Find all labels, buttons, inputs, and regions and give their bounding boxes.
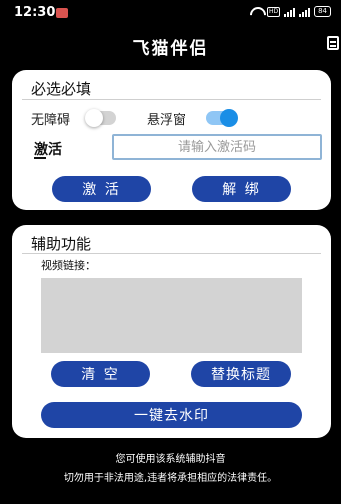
wifi-icon	[249, 7, 263, 17]
section-divider	[22, 99, 321, 100]
floating-window-switch[interactable]	[206, 109, 238, 127]
unbind-button[interactable]: 解 绑	[192, 176, 291, 202]
battery-icon: 84	[314, 6, 331, 17]
section-divider	[22, 253, 321, 254]
activate-button[interactable]: 激 活	[52, 176, 151, 202]
signal-icon	[284, 7, 296, 17]
switch-knob	[85, 109, 103, 127]
video-link-input[interactable]	[41, 278, 302, 353]
app-title: 飞猫伴侣	[132, 39, 209, 59]
switch-knob	[220, 109, 238, 127]
menu-icon[interactable]	[327, 36, 339, 50]
hd-badge: HD	[266, 6, 281, 17]
clear-button[interactable]: 清 空	[51, 361, 150, 387]
status-bar: 12:30 HD 84	[0, 0, 341, 26]
required-section-heading: 必选必填	[31, 80, 92, 98]
accessibility-label: 无障碍	[31, 113, 71, 128]
assist-functions-card: 辅助功能 视频链接： 清 空 替换标题 一键去水印	[12, 225, 331, 438]
activation-label: 激活	[34, 142, 62, 158]
remove-watermark-button[interactable]: 一键去水印	[41, 402, 302, 428]
status-indicators: HD 84	[249, 6, 331, 17]
activation-code-input[interactable]	[112, 134, 322, 160]
status-time: 12:30	[14, 5, 56, 20]
required-settings-card: 必选必填 无障碍 悬浮窗 激活 激 活 解 绑	[12, 70, 331, 210]
accessibility-switch[interactable]	[85, 109, 116, 127]
signal-icon-2	[299, 7, 311, 17]
activation-label-underline	[34, 157, 46, 159]
replace-title-button[interactable]: 替换标题	[191, 361, 291, 387]
notification-app-icon	[56, 8, 68, 18]
assist-section-heading: 辅助功能	[31, 235, 92, 253]
footer-legal-warning: 切勿用于非法用途,违者将承担相应的法律责任。	[63, 473, 278, 484]
footer-notice: 您可使用该系统辅助抖音	[115, 454, 226, 465]
floating-window-label: 悬浮窗	[147, 113, 187, 128]
video-link-label: 视频链接：	[41, 259, 96, 272]
